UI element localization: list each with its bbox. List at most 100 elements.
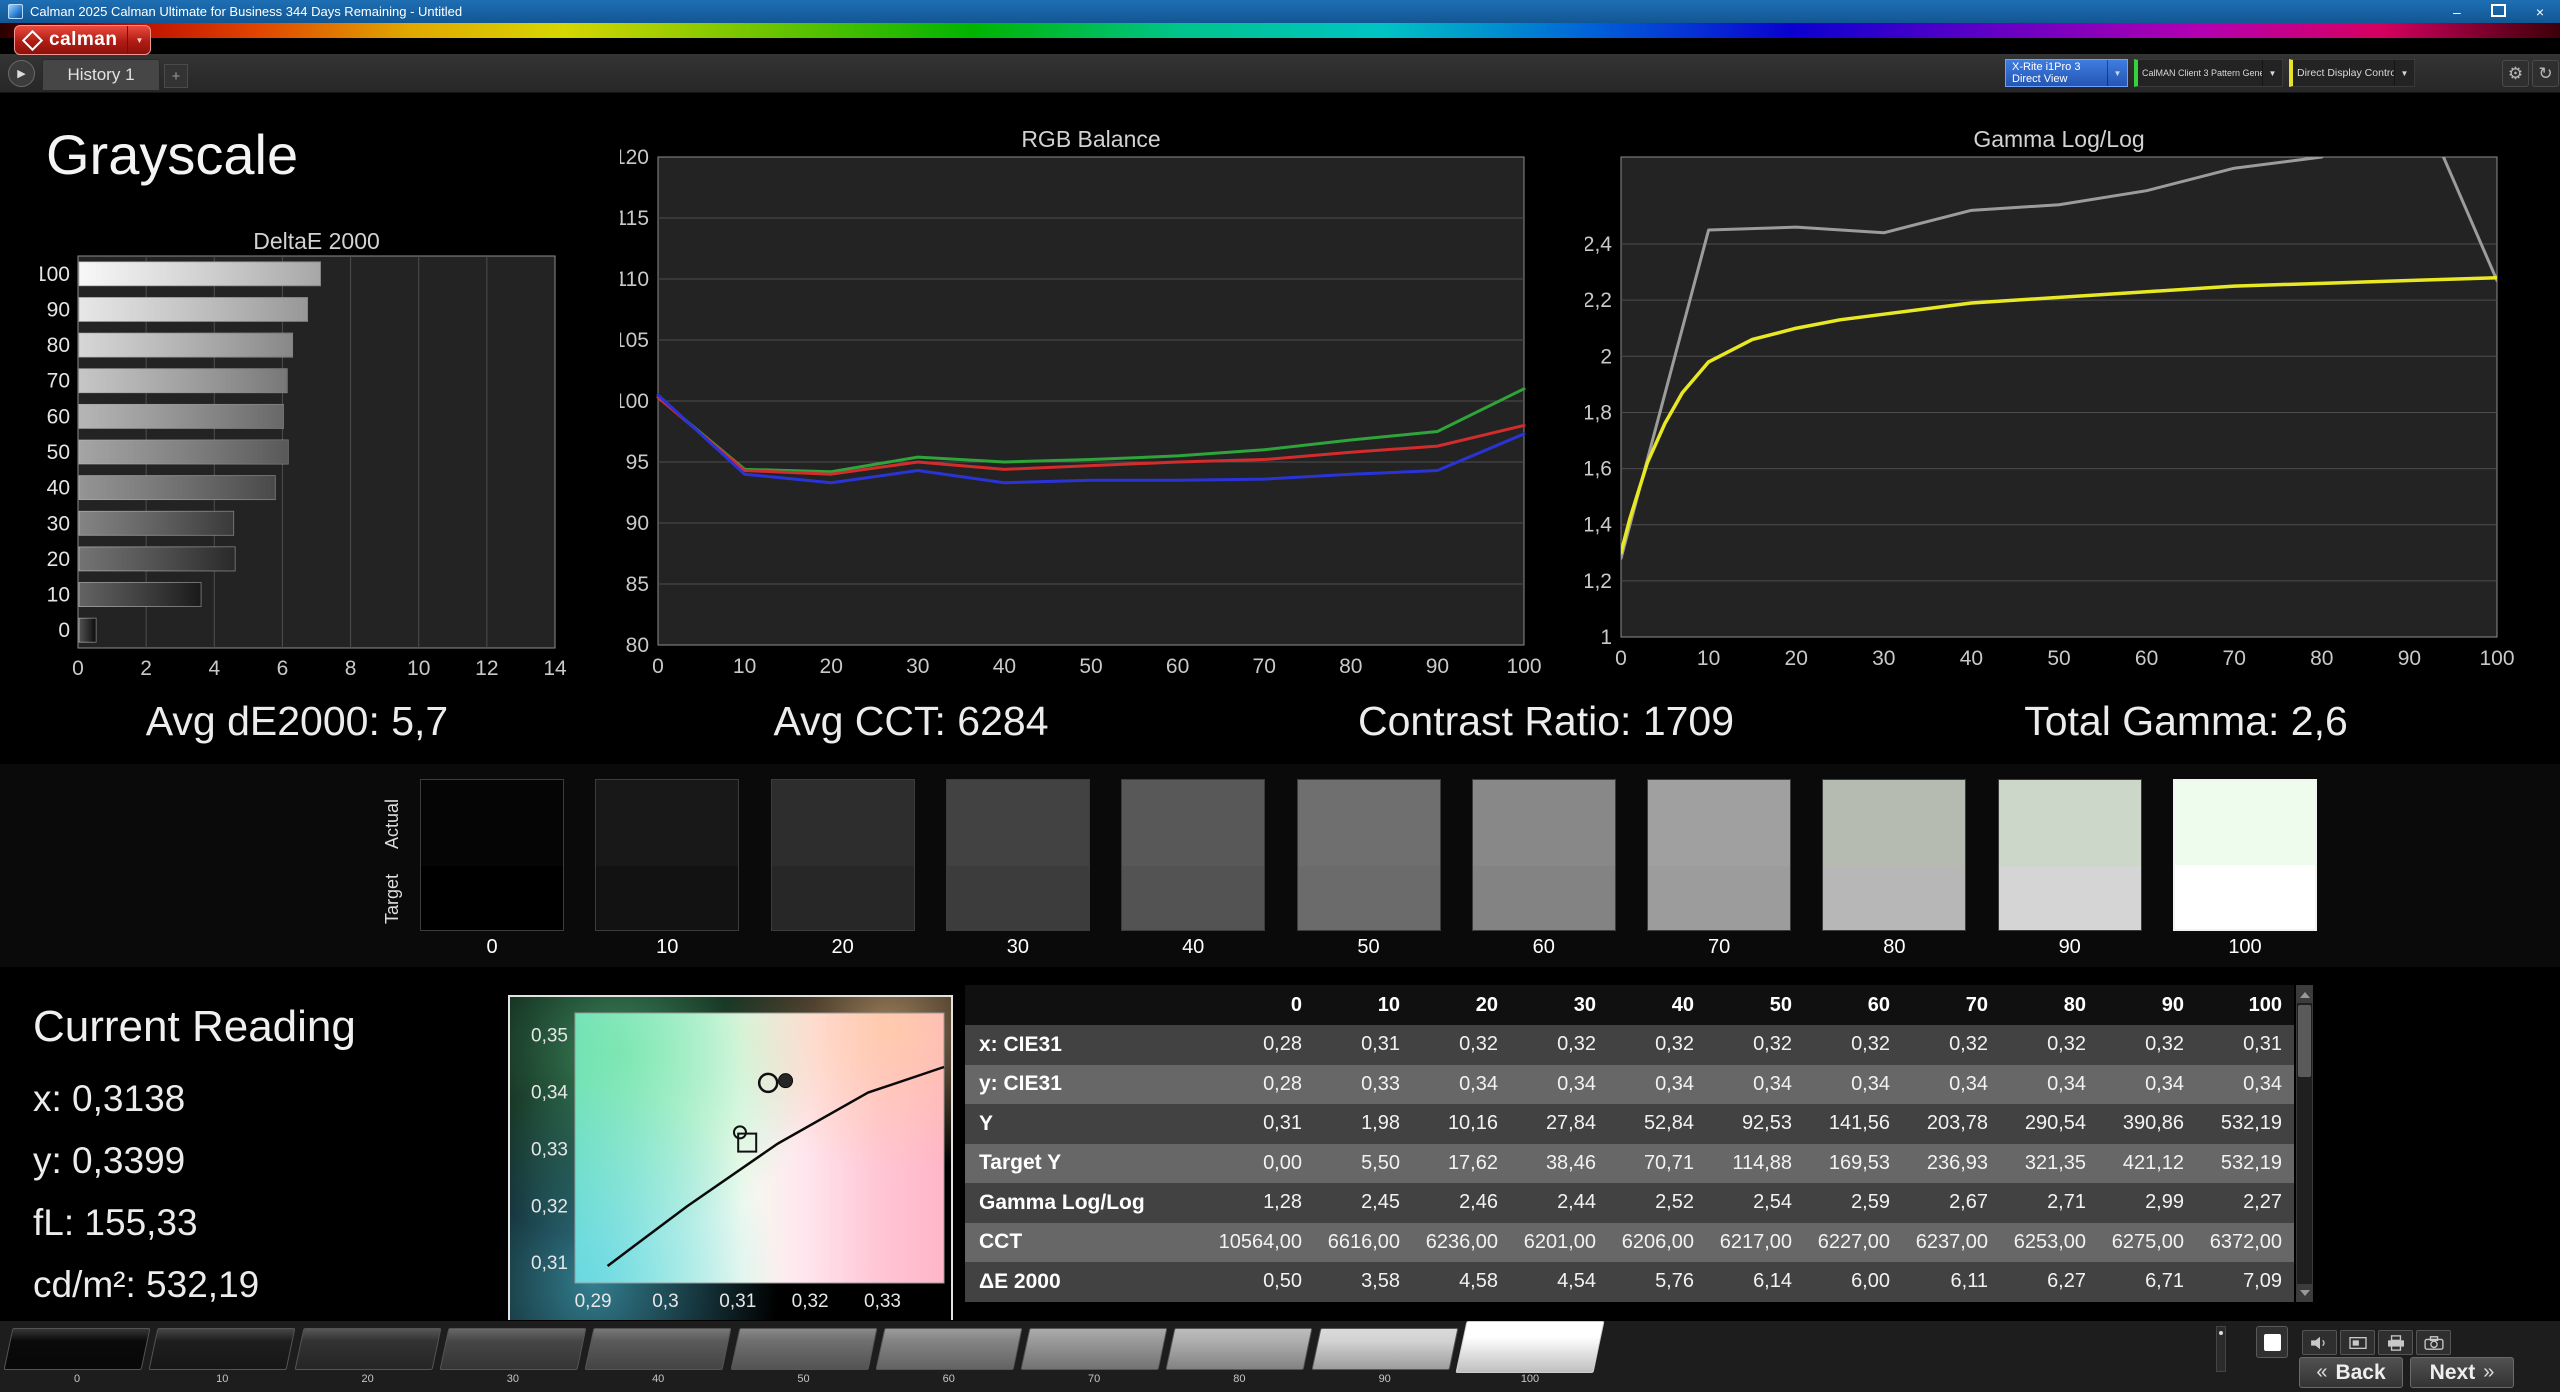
pattern-button-80[interactable] bbox=[1165, 1328, 1313, 1370]
grayscale-data-table: 0 10 20 30 40 50 60 70 80 90 100 x: CIE31 0,28 0,31 0,… bbox=[965, 985, 2294, 1302]
svg-text:30: 30 bbox=[1872, 647, 1895, 670]
pattern-window-button[interactable] bbox=[2256, 1326, 2288, 1358]
next-button[interactable]: Next » bbox=[2410, 1357, 2514, 1388]
table-cell: 0,32 bbox=[1851, 1033, 1890, 1056]
svg-text:10: 10 bbox=[733, 655, 756, 678]
pattern-button-100[interactable] bbox=[1455, 1321, 1605, 1373]
scrollbar-down-button[interactable] bbox=[2297, 1284, 2312, 1301]
svg-text:0: 0 bbox=[58, 619, 70, 642]
svg-text:85: 85 bbox=[626, 573, 649, 596]
meter-mode: Direct View bbox=[2012, 73, 2068, 85]
calman-logo-menu[interactable]: calman ▼ bbox=[14, 25, 152, 55]
display-control-selector[interactable]: Direct Display Control ▼ bbox=[2289, 59, 2415, 87]
minimize-button[interactable]: – bbox=[2453, 5, 2461, 19]
tab-history-1[interactable]: History 1 bbox=[42, 59, 160, 90]
swatch-target-color bbox=[596, 865, 739, 930]
table-cell: Gamma Log/Log bbox=[979, 1190, 1145, 1214]
svg-text:0,33: 0,33 bbox=[531, 1139, 568, 1160]
actual-row-label: Actual bbox=[382, 798, 402, 850]
pattern-level-label: 50 bbox=[797, 1373, 810, 1385]
close-button[interactable]: × bbox=[2536, 5, 2544, 19]
table-cell: 0,34 bbox=[1655, 1072, 1694, 1095]
table-cell: 6206,00 bbox=[1621, 1230, 1694, 1253]
svg-text:10: 10 bbox=[47, 584, 70, 607]
pattern-level-label: 40 bbox=[652, 1373, 665, 1385]
pattern-level-label: 100 bbox=[1520, 1373, 1540, 1385]
table-cell: 0,32 bbox=[1459, 1033, 1498, 1056]
pattern-source-label: CalMAN Client 3 Pattern Generator bbox=[2142, 68, 2262, 78]
svg-text:70: 70 bbox=[1253, 655, 1276, 678]
screenshot-button[interactable] bbox=[2416, 1330, 2451, 1355]
table-cell: 0 bbox=[1290, 993, 1302, 1016]
table-cell: 4,58 bbox=[1459, 1270, 1498, 1293]
pattern-source-selector[interactable]: CalMAN Client 3 Pattern Generator ▼ bbox=[2134, 59, 2283, 87]
pattern-button-30[interactable] bbox=[439, 1328, 587, 1370]
calman-diamond-icon bbox=[21, 29, 44, 51]
triangle-down-icon bbox=[2299, 1289, 2310, 1296]
table-cell: 4,54 bbox=[1557, 1270, 1596, 1293]
svg-text:110: 110 bbox=[620, 268, 649, 291]
table-cell: 6237,00 bbox=[1915, 1230, 1988, 1253]
pattern-button-70[interactable] bbox=[1020, 1328, 1168, 1370]
speaker-button[interactable] bbox=[2302, 1330, 2337, 1355]
add-tab-button[interactable]: + bbox=[164, 64, 188, 88]
svg-text:40: 40 bbox=[47, 477, 70, 500]
meter-selector[interactable]: X-Rite i1Pro 3 Direct View ▼ bbox=[2005, 59, 2128, 87]
header-background bbox=[0, 38, 2560, 54]
swatch-actual-color bbox=[421, 780, 563, 866]
table-cell: 0,34 bbox=[1949, 1072, 1988, 1095]
svg-text:2: 2 bbox=[1600, 345, 1612, 368]
table-cell: 6,27 bbox=[2047, 1270, 2086, 1293]
chevron-down-icon: ▼ bbox=[127, 26, 150, 54]
svg-text:95: 95 bbox=[626, 451, 649, 474]
table-cell: 2,46 bbox=[1459, 1191, 1498, 1214]
page-title: Grayscale bbox=[46, 123, 299, 186]
scrollbar-up-button[interactable] bbox=[2297, 986, 2312, 1003]
table-cell: 0,32 bbox=[2047, 1033, 2086, 1056]
table-cell: 90 bbox=[2161, 993, 2184, 1016]
pattern-window-icon bbox=[2263, 1333, 2281, 1351]
svg-text:70: 70 bbox=[47, 370, 70, 393]
workflow-play-button[interactable]: ▶ bbox=[8, 60, 35, 87]
table-cell: 40 bbox=[1671, 993, 1694, 1016]
display-control-label: Direct Display Control bbox=[2297, 67, 2394, 79]
svg-text:80: 80 bbox=[2310, 647, 2333, 670]
table-cell: 6,00 bbox=[1851, 1270, 1890, 1293]
table-cell: 2,54 bbox=[1753, 1191, 1792, 1214]
maximize-button[interactable] bbox=[2490, 4, 2506, 19]
pattern-button-0[interactable] bbox=[3, 1328, 151, 1370]
back-button[interactable]: « Back bbox=[2299, 1357, 2403, 1388]
svg-text:10: 10 bbox=[1697, 647, 1720, 670]
pattern-button-90[interactable] bbox=[1311, 1328, 1459, 1370]
pattern-button-40[interactable] bbox=[584, 1328, 732, 1370]
pattern-button-60[interactable] bbox=[875, 1328, 1023, 1370]
svg-text:50: 50 bbox=[47, 441, 70, 464]
grayscale-swatch-40 bbox=[1121, 779, 1266, 931]
strip-divider-handle[interactable] bbox=[2216, 1326, 2226, 1372]
pattern-button-50[interactable] bbox=[730, 1328, 877, 1370]
pattern-button-20[interactable] bbox=[294, 1328, 442, 1370]
swatch-level-label: 40 bbox=[1182, 936, 1205, 958]
table-cell: 141,56 bbox=[1828, 1112, 1890, 1135]
reading-cdm2-value: cd/m²: 532,19 bbox=[33, 1264, 260, 1305]
swatch-level-label: 90 bbox=[2058, 936, 2081, 958]
scrollbar-thumb[interactable] bbox=[2298, 1005, 2311, 1077]
svg-text:70: 70 bbox=[2223, 647, 2246, 670]
swatch-actual-color bbox=[1823, 780, 1966, 866]
svg-text:115: 115 bbox=[620, 207, 649, 230]
refresh-button[interactable]: ↻ bbox=[2532, 60, 2559, 87]
pattern-level-label: 20 bbox=[361, 1373, 374, 1385]
print-report-button[interactable] bbox=[2378, 1330, 2413, 1355]
pattern-button-10[interactable] bbox=[148, 1328, 296, 1370]
table-cell: 80 bbox=[2063, 993, 2086, 1016]
swatch-target-color bbox=[1823, 865, 1966, 930]
svg-text:30: 30 bbox=[47, 512, 70, 535]
table-cell: 0,34 bbox=[2243, 1072, 2282, 1095]
table-cell: 10,16 bbox=[1447, 1112, 1498, 1135]
pattern-list-button[interactable] bbox=[2340, 1330, 2375, 1355]
settings-button[interactable]: ⚙ bbox=[2502, 60, 2529, 87]
refresh-icon: ↻ bbox=[2538, 63, 2553, 83]
table-scrollbar[interactable] bbox=[2296, 985, 2313, 1302]
table-cell: 70,71 bbox=[1643, 1151, 1694, 1174]
grayscale-swatch-10 bbox=[595, 779, 740, 931]
